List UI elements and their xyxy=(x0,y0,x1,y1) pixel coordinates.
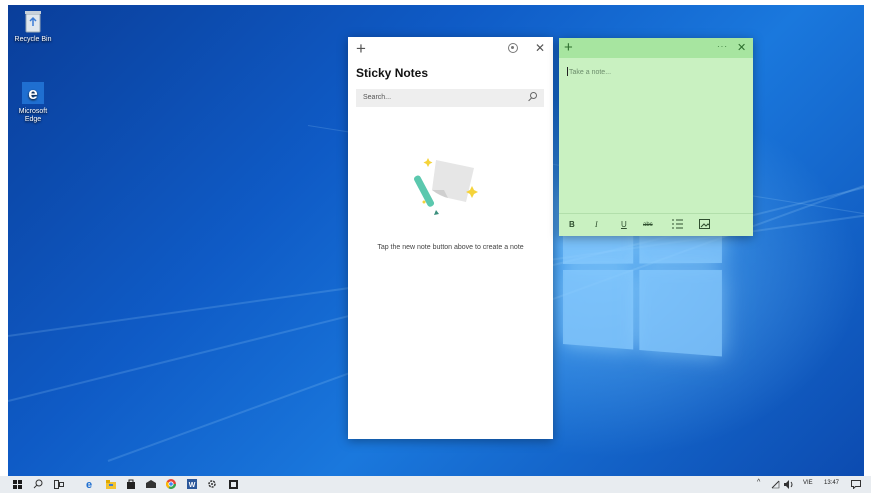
strikethrough-button[interactable]: abc xyxy=(643,222,653,228)
bold-button[interactable]: B xyxy=(569,220,575,229)
input-language[interactable]: VIE xyxy=(803,480,813,486)
store-icon[interactable] xyxy=(126,479,136,489)
svg-text:e: e xyxy=(28,84,37,103)
search-icon[interactable] xyxy=(33,479,43,489)
show-hidden-icons-chevron-up-icon[interactable]: ^ xyxy=(757,479,760,486)
new-note-button[interactable]: + xyxy=(564,39,573,56)
sticky-notes-icon[interactable] xyxy=(228,479,238,489)
note-title-bar[interactable]: + ··· ✕ xyxy=(559,38,753,58)
search-placeholder: Search... xyxy=(363,94,392,101)
desktop-icon-edge[interactable]: e Microsoft Edge xyxy=(9,80,57,124)
mail-icon[interactable] xyxy=(146,479,156,489)
windows-start-icon[interactable] xyxy=(12,479,22,489)
word-icon[interactable]: W xyxy=(187,479,197,489)
edge-icon[interactable]: e xyxy=(84,479,94,489)
network-icon[interactable] xyxy=(770,479,780,489)
edge-icon: e xyxy=(20,80,46,106)
underline-button[interactable]: U xyxy=(621,220,627,229)
new-note-button[interactable]: + xyxy=(356,40,366,57)
list-title-bar[interactable]: + ✕ xyxy=(348,37,553,61)
task-view-icon[interactable] xyxy=(54,479,64,489)
desktop-icon-label: Microsoft Edge xyxy=(18,108,48,123)
formatting-toolbar: B I U abc xyxy=(559,213,753,236)
close-icon[interactable]: ✕ xyxy=(535,41,545,55)
screen-frame: Recycle Bin e Microsoft Edge + ✕ Sticky … xyxy=(0,0,871,493)
settings-gear-icon[interactable] xyxy=(508,43,518,53)
search-input[interactable]: Search... xyxy=(356,89,544,107)
taskbar: e W ^ VIE 13:47 xyxy=(0,476,871,493)
note-text-area[interactable]: Take a note... xyxy=(567,67,611,76)
list-icon[interactable] xyxy=(672,219,683,231)
italic-button[interactable]: I xyxy=(595,220,598,229)
sticky-note-window: + ··· ✕ Take a note... B I U abc xyxy=(559,38,753,236)
page-title: Sticky Notes xyxy=(356,66,429,80)
text-caret xyxy=(567,67,568,76)
note-placeholder: Take a note... xyxy=(569,69,612,76)
empty-state-message: Tap the new note button above to create … xyxy=(377,244,524,251)
system-clock[interactable]: 13:47 xyxy=(824,480,839,486)
svg-text:e: e xyxy=(86,479,92,489)
more-options-icon[interactable]: ··· xyxy=(717,42,728,51)
chrome-icon[interactable] xyxy=(166,479,176,489)
desktop-icon-recycle-bin[interactable]: Recycle Bin xyxy=(9,8,57,44)
sticky-notes-list-window: + ✕ Sticky Notes Search... Tap the new n… xyxy=(348,37,553,439)
empty-notes-illustration-icon xyxy=(414,150,484,220)
close-icon[interactable]: ✕ xyxy=(737,41,746,54)
action-center-notification-icon[interactable] xyxy=(851,479,861,489)
settings-icon[interactable] xyxy=(207,479,217,489)
svg-text:W: W xyxy=(189,482,196,489)
desktop-icon-label: Recycle Bin xyxy=(14,36,52,43)
image-icon[interactable] xyxy=(699,219,710,231)
search-icon[interactable] xyxy=(530,92,537,99)
recycle-bin-icon xyxy=(20,8,46,34)
volume-icon[interactable] xyxy=(784,479,794,489)
file-explorer-icon[interactable] xyxy=(106,479,116,489)
